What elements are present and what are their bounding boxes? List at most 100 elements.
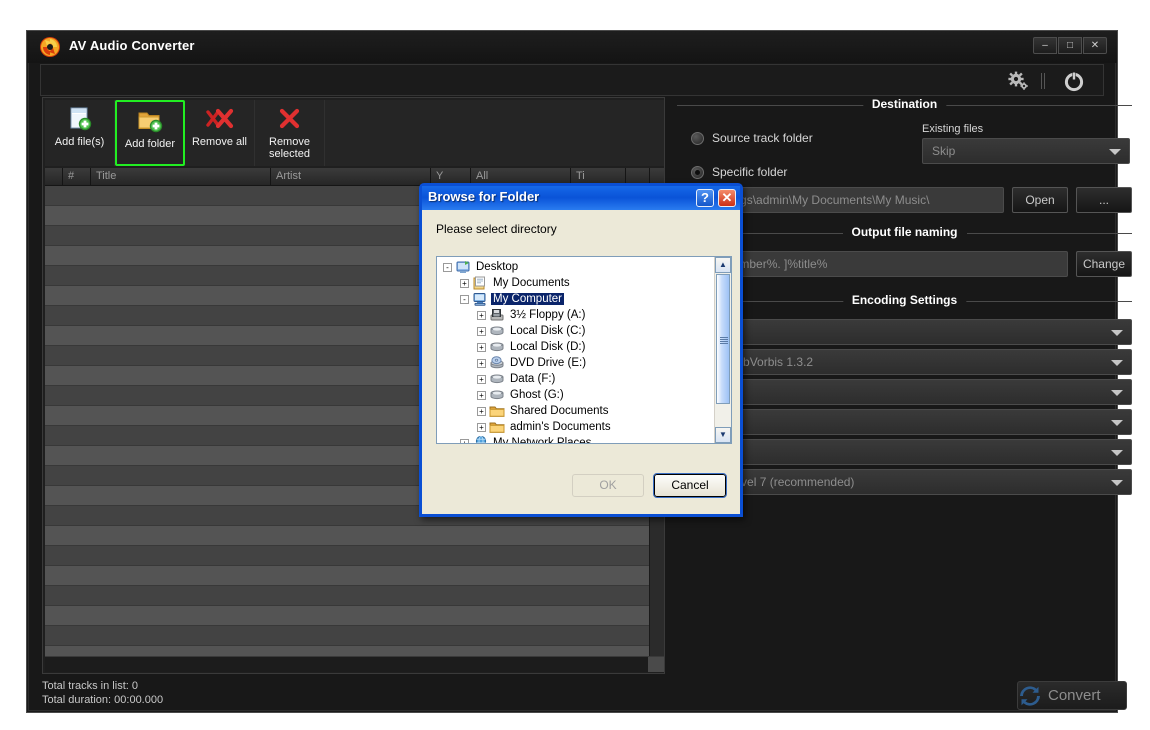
help-icon[interactable]: ? xyxy=(696,189,714,207)
table-row[interactable] xyxy=(45,526,664,546)
expand-node-icon[interactable]: + xyxy=(477,422,486,432)
expand-node-icon[interactable]: + xyxy=(477,342,486,352)
hard-drive-icon xyxy=(489,324,505,338)
chevron-down-icon xyxy=(1111,420,1123,426)
remove-selected-label: Remove selected xyxy=(269,136,310,160)
toolbar: Add file(s) Add folder Remove all Remove… xyxy=(45,100,664,166)
expand-node-icon[interactable]: + xyxy=(477,406,486,416)
convert-refresh-icon xyxy=(1018,685,1042,707)
tree-node-local-disk-c[interactable]: + Local Disk (C:) xyxy=(437,323,714,339)
existing-files-select[interactable]: Skip xyxy=(922,138,1130,164)
encoding-encoder-value: Xiph.Org libVorbis 1.3.2 xyxy=(687,355,814,369)
tree-node-shared-documents[interactable]: + Shared Documents xyxy=(437,403,714,419)
table-row[interactable] xyxy=(45,586,664,606)
expand-node-icon[interactable]: + xyxy=(460,438,469,443)
close-icon[interactable]: ✕ xyxy=(718,189,736,207)
gear-icon[interactable] xyxy=(1007,71,1029,91)
tree-node-label: Ghost (G:) xyxy=(510,389,564,401)
toolbar-separator xyxy=(1041,73,1045,89)
table-row[interactable] xyxy=(45,566,664,586)
minimize-button[interactable]: – xyxy=(1033,37,1057,54)
radio-specific-folder-label: Specific folder xyxy=(712,165,788,179)
expand-node-icon[interactable]: + xyxy=(460,278,469,288)
remove-selected-button[interactable]: Remove selected xyxy=(255,100,325,166)
table-row[interactable] xyxy=(45,546,664,566)
remove-all-icon xyxy=(204,104,236,134)
radio-source-track-folder-indicator xyxy=(691,131,704,145)
power-icon[interactable] xyxy=(1063,70,1085,92)
add-folder-icon xyxy=(137,106,163,136)
window-controls: – □ ✕ xyxy=(1033,37,1107,54)
scroll-down-icon[interactable]: ▼ xyxy=(715,427,731,443)
expand-node-icon[interactable]: + xyxy=(477,390,486,400)
expand-node-icon[interactable]: + xyxy=(477,374,486,384)
convert-button[interactable]: Convert xyxy=(1017,681,1127,710)
browse-path-button[interactable]: ... xyxy=(1076,187,1132,213)
expand-node-icon[interactable]: + xyxy=(477,326,486,336)
column-header-title[interactable]: Title xyxy=(91,168,271,185)
tree-node-my-network-places[interactable]: + My Network Places xyxy=(437,435,714,443)
dialog-title-bar: Browse for Folder ? ✕ xyxy=(422,186,740,210)
folder-tree-scrollbar[interactable]: ▲ ▼ xyxy=(714,257,731,443)
tree-node-3-floppy-a[interactable]: +3½ Floppy (A:) xyxy=(437,307,714,323)
chevron-down-icon xyxy=(1111,450,1123,456)
folder-tree[interactable]: - Desktop + My Documents - My Computer +3½ Flo… xyxy=(436,256,732,444)
status-area: Total tracks in list: 0 Total duration: … xyxy=(42,679,665,713)
desktop-icon xyxy=(455,260,471,274)
table-row[interactable] xyxy=(45,606,664,626)
tree-node-label: DVD Drive (E:) xyxy=(510,357,587,369)
encoding-quality-value: Quality Level 7 (recommended) xyxy=(687,475,855,489)
encoding-samplerate-select[interactable]: 44100 Hz xyxy=(677,379,1132,405)
collapse-node-icon[interactable]: - xyxy=(460,294,469,304)
tree-node-data-f[interactable]: + Data (F:) xyxy=(437,371,714,387)
browse-for-folder-dialog: Browse for Folder ? ✕ Please select dire… xyxy=(419,183,743,517)
right-pane: Destination Source track folder Specific… xyxy=(677,97,1132,713)
scroll-up-icon[interactable]: ▲ xyxy=(715,257,731,273)
maximize-button[interactable]: □ xyxy=(1058,37,1082,54)
convert-button-label: Convert xyxy=(1048,687,1101,704)
scrollbar-thumb[interactable] xyxy=(716,274,730,404)
column-header-blank-0[interactable] xyxy=(45,168,63,185)
hard-drive-icon xyxy=(489,340,505,354)
track-list-horizontal-scrollbar[interactable] xyxy=(45,656,664,672)
encoding-format-select[interactable]: ogg xyxy=(677,319,1132,345)
encoding-sampleformat-select[interactable]: float xyxy=(677,439,1132,465)
add-folder-label: Add folder xyxy=(124,138,176,150)
horizontal-scrollbar-thumb[interactable] xyxy=(648,657,664,672)
close-button[interactable]: ✕ xyxy=(1083,37,1107,54)
tree-node-my-documents[interactable]: + My Documents xyxy=(437,275,714,291)
table-row[interactable] xyxy=(45,626,664,646)
column-header--[interactable]: # xyxy=(63,168,91,185)
column-header-artist[interactable]: Artist xyxy=(271,168,431,185)
chevron-down-icon xyxy=(1111,360,1123,366)
radio-source-track-folder-label: Source track folder xyxy=(712,131,813,145)
tree-node-admin-s-documents[interactable]: + admin's Documents xyxy=(437,419,714,435)
change-pattern-button[interactable]: Change xyxy=(1076,251,1132,277)
add-folder-button[interactable]: Add folder xyxy=(115,100,185,166)
encoding-quality-select[interactable]: Quality Level 7 (recommended) xyxy=(677,469,1132,495)
tree-node-local-disk-d[interactable]: + Local Disk (D:) xyxy=(437,339,714,355)
hard-drive-icon xyxy=(489,372,505,386)
radio-specific-folder[interactable]: Specific folder xyxy=(691,161,813,183)
cancel-button[interactable]: Cancel xyxy=(653,473,727,498)
encoding-encoder-select[interactable]: Xiph.Org libVorbis 1.3.2 xyxy=(677,349,1132,375)
destination-section-header: Destination xyxy=(677,97,1132,115)
radio-source-track-folder[interactable]: Source track folder xyxy=(691,127,813,149)
dvd-drive-icon xyxy=(489,356,505,370)
collapse-node-icon[interactable]: - xyxy=(443,262,452,272)
tree-node-desktop[interactable]: - Desktop xyxy=(437,259,714,275)
tree-node-my-computer[interactable]: - My Computer xyxy=(437,291,714,307)
remove-all-button[interactable]: Remove all xyxy=(185,100,255,166)
expand-node-icon[interactable]: + xyxy=(477,358,486,368)
tree-node-ghost-g[interactable]: + Ghost (G:) xyxy=(437,387,714,403)
encoding-channels-select[interactable]: Stereo xyxy=(677,409,1132,435)
tree-node-label: 3½ Floppy (A:) xyxy=(510,309,586,321)
tree-node-label: Local Disk (C:) xyxy=(510,325,586,337)
expand-node-icon[interactable]: + xyxy=(477,310,486,320)
dialog-title: Browse for Folder xyxy=(428,189,540,204)
tree-node-dvd-drive-e[interactable]: + DVD Drive (E:) xyxy=(437,355,714,371)
radio-specific-folder-indicator xyxy=(691,165,704,179)
add-files-button[interactable]: Add file(s) xyxy=(45,100,115,166)
ok-button[interactable]: OK xyxy=(572,474,644,497)
open-button[interactable]: Open xyxy=(1012,187,1068,213)
